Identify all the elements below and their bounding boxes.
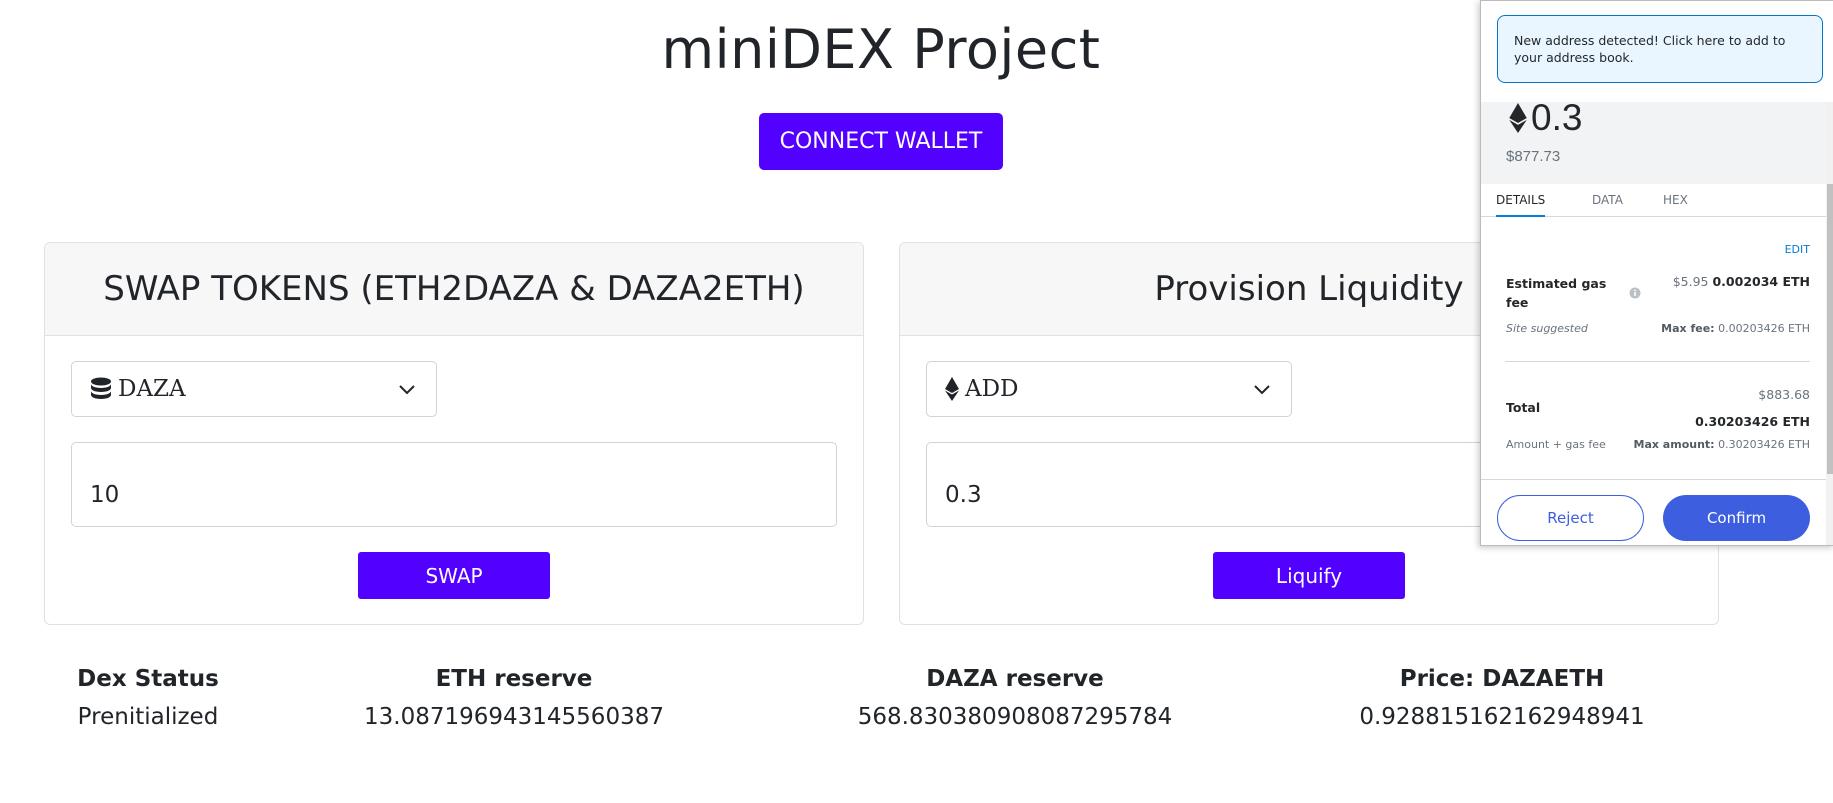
stat-value: 13.087196943145560387 xyxy=(364,704,664,730)
liquidity-action-select[interactable]: ADD xyxy=(926,361,1292,417)
tab-data[interactable]: DATA xyxy=(1592,193,1623,207)
stat-eth-reserve: ETH reserve 13.087196943145560387 xyxy=(334,666,694,730)
swap-amount-input[interactable]: 10 xyxy=(71,442,837,527)
stat-label: DAZA reserve xyxy=(926,666,1104,692)
liquify-button[interactable]: Liquify xyxy=(1213,552,1405,599)
tab-hex[interactable]: HEX xyxy=(1663,193,1688,207)
stat-value: 568.830380908087295784 xyxy=(857,704,1173,730)
scrollbar-thumb[interactable] xyxy=(1827,184,1833,474)
edit-link[interactable]: EDIT xyxy=(1785,243,1810,256)
database-icon xyxy=(90,377,112,401)
stat-label: ETH reserve xyxy=(435,666,593,692)
max-fee-value: 0.00203426 ETH xyxy=(1718,322,1810,335)
chevron-down-icon xyxy=(1253,379,1271,405)
swap-card-header: SWAP TOKENS (ETH2DAZA & DAZA2ETH) xyxy=(45,243,863,336)
gas-fee-usd: $5.95 xyxy=(1672,274,1709,289)
max-amount-label: Max amount: xyxy=(1633,438,1715,451)
wallet-details: EDIT Estimated gas fee $5.95 0.002034 ET… xyxy=(1481,217,1833,477)
max-amount-value: 0.30203426 ETH xyxy=(1718,438,1810,451)
liquidity-select-value: ADD xyxy=(965,376,1019,402)
ethereum-icon xyxy=(1509,103,1527,133)
stat-value: Prenitialized xyxy=(77,704,219,730)
reject-button[interactable]: Reject xyxy=(1497,495,1644,541)
swap-token-select[interactable]: DAZA xyxy=(71,361,437,417)
wallet-amount-value: 0.3 xyxy=(1531,97,1583,138)
gas-fee-eth: 0.002034 ETH xyxy=(1712,274,1810,289)
stat-dex-status: Dex Status Prenitialized xyxy=(28,666,268,730)
site-suggested: Site suggested xyxy=(1506,322,1588,335)
max-amount: Max amount: 0.30203426 ETH xyxy=(1634,438,1810,451)
total-usd: $883.68 xyxy=(1758,387,1810,402)
amount-gas-label: Amount + gas fee xyxy=(1506,438,1606,451)
wallet-tabs: DETAILS DATA HEX xyxy=(1481,184,1833,217)
stat-label: Price: DAZAETH xyxy=(1399,666,1605,692)
new-address-notice[interactable]: New address detected! Click here to add … xyxy=(1497,15,1823,83)
stat-price: Price: DAZAETH 0.928815162162948941 xyxy=(1322,666,1682,730)
stat-value: 0.928815162162948941 xyxy=(1359,704,1645,730)
max-fee: Max fee: 0.00203426 ETH xyxy=(1661,322,1810,335)
chevron-down-icon xyxy=(398,379,416,405)
stat-daza-reserve: DAZA reserve 568.830380908087295784 xyxy=(835,666,1195,730)
ethereum-icon xyxy=(945,377,959,401)
connect-wallet-button[interactable]: CONNECT WALLET xyxy=(759,113,1003,170)
tab-details[interactable]: DETAILS xyxy=(1496,193,1546,217)
total-eth: 0.30203426 ETH xyxy=(1695,414,1810,429)
stat-label: Dex Status xyxy=(77,666,219,692)
confirm-button[interactable]: Confirm xyxy=(1663,495,1810,541)
wallet-popup: New address detected! Click here to add … xyxy=(1480,0,1833,546)
footer-divider xyxy=(1481,479,1833,480)
swap-button[interactable]: SWAP xyxy=(358,552,550,599)
swap-card: SWAP TOKENS (ETH2DAZA & DAZA2ETH) DAZA 1… xyxy=(44,242,864,625)
total-label: Total xyxy=(1506,400,1541,415)
gas-fee-label: Estimated gas fee xyxy=(1506,276,1607,310)
swap-select-value: DAZA xyxy=(118,376,186,402)
gas-fee-values: $5.95 0.002034 ETH xyxy=(1673,274,1810,289)
wallet-usd-value: $877.73 xyxy=(1506,148,1561,165)
divider xyxy=(1505,361,1810,362)
wallet-amount: 0.3 xyxy=(1509,97,1582,139)
max-fee-label: Max fee: xyxy=(1661,322,1715,335)
info-icon[interactable] xyxy=(1629,284,1641,303)
